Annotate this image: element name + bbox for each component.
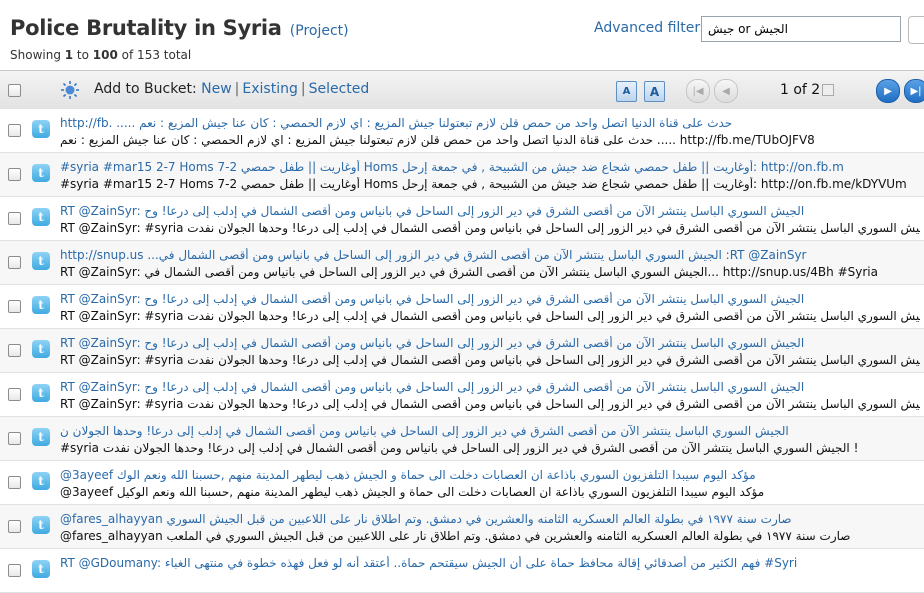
result-count: Showing 1 to 100 of 153 total: [10, 48, 191, 62]
advanced-filters-link[interactable]: Advanced filters: [594, 20, 707, 36]
tweet-text: @fares_alhayyan صارت سنة ١٩٧٧ في بطولة ا…: [60, 529, 851, 543]
prev-page-icon[interactable]: ◀: [714, 79, 738, 103]
range-to: to: [73, 48, 93, 62]
font-increase-button[interactable]: A: [644, 81, 665, 102]
twitter-icon: t: [32, 472, 50, 490]
search-side-panel[interactable]: [908, 16, 924, 44]
twitter-icon: t: [32, 252, 50, 270]
page-header: Police Brutality in Syria (Project) Show…: [0, 0, 924, 70]
twitter-icon: t: [32, 208, 50, 226]
tweet-row[interactable]: t RT @ZainSyr: الجيش السوري الباسل ينتشر …: [0, 329, 924, 373]
font-small-label: A: [622, 86, 631, 97]
tweet-text: #syria الجيش السوري الباسل ينتشر الآن من…: [60, 441, 859, 455]
tweet-row[interactable]: t @fares_alhayyan صارت سنة ١٩٧٧ في بطولة …: [0, 505, 924, 549]
tweet-list: t http://fb. ..... حدث على قناة الدنيا ات…: [0, 109, 924, 593]
font-large-label: A: [649, 84, 660, 99]
twitter-icon: t: [32, 428, 50, 446]
sun-icon[interactable]: [60, 80, 80, 100]
tweet-row[interactable]: t RT @GDoumany: فهم الكثير من أصدقائي إقا…: [0, 549, 924, 593]
row-checkbox[interactable]: [8, 344, 21, 357]
bucket-controls: Add to Bucket: New | Existing | Selected: [94, 81, 369, 97]
tweet-row[interactable]: t RT @ZainSyr: الجيش السوري الباسل ينتشر …: [0, 373, 924, 417]
tweet-title[interactable]: http://fb. ..... حدث على قناة الدنيا اتص…: [60, 116, 920, 130]
tweet-title[interactable]: @3ayeef مؤكد اليوم سيبدا التلفزيون السور…: [60, 468, 920, 482]
font-decrease-button[interactable]: A: [616, 81, 637, 102]
search-input[interactable]: [701, 16, 901, 42]
page-indicator: 1 of 2: [780, 82, 821, 98]
tweet-title[interactable]: RT @ZainSyr: الجيش السوري الباسل ينتشر ا…: [60, 336, 920, 350]
twitter-icon: t: [32, 120, 50, 138]
bucket-selected-link[interactable]: Selected: [309, 81, 370, 97]
twitter-icon: t: [32, 340, 50, 358]
twitter-icon: t: [32, 164, 50, 182]
page-select-icon[interactable]: [822, 84, 834, 96]
tweet-title[interactable]: @fares_alhayyan صارت سنة ١٩٧٧ في بطولة ا…: [60, 512, 920, 526]
title-wrap: Police Brutality in Syria (Project): [10, 16, 349, 40]
row-checkbox[interactable]: [8, 564, 21, 577]
tweet-title[interactable]: #syria #mar15 2-7 Homs 7-2 أوغاريت || طف…: [60, 160, 920, 174]
row-checkbox[interactable]: [8, 124, 21, 137]
separator: |: [300, 81, 306, 97]
tweet-row[interactable]: t الجيش السوري الباسل ينتشر الآن من أقصى …: [0, 417, 924, 461]
last-page-icon[interactable]: ▶|: [904, 79, 924, 103]
add-to-bucket-label: Add to Bucket:: [94, 81, 197, 97]
tweet-row[interactable]: t @3ayeef مؤكد اليوم سيبدا التلفزيون السو…: [0, 461, 924, 505]
tweet-title[interactable]: RT @GDoumany: فهم الكثير من أصدقائي إقال…: [60, 556, 920, 570]
tweet-row[interactable]: t RT @ZainSyr: الجيش السوري الباسل ينتشر …: [0, 285, 924, 329]
tweet-text: حدث على قناة الدنيا اتصل واحد من حمص قلن…: [60, 133, 815, 147]
showing-prefix: Showing: [10, 48, 65, 62]
row-checkbox[interactable]: [8, 212, 21, 225]
tweet-title[interactable]: http://snup.us ...الجيش السوري الباسل ين…: [60, 248, 920, 262]
range-start: 1: [64, 48, 74, 62]
tweet-text: RT @ZainSyr: #syria الجيش السوري الباسل …: [60, 309, 920, 323]
tweet-title[interactable]: RT @ZainSyr: الجيش السوري الباسل ينتشر ا…: [60, 380, 920, 394]
tweet-title[interactable]: RT @ZainSyr: الجيش السوري الباسل ينتشر ا…: [60, 292, 920, 306]
row-checkbox[interactable]: [8, 476, 21, 489]
page-title: Police Brutality in Syria: [10, 16, 282, 40]
tweet-text: RT @ZainSyr: #syria الجيش السوري الباسل …: [60, 353, 920, 367]
row-checkbox[interactable]: [8, 520, 21, 533]
row-checkbox[interactable]: [8, 256, 21, 269]
tweet-text: RT @ZainSyr: #syria الجيش السوري الباسل …: [60, 221, 920, 235]
twitter-icon: t: [32, 516, 50, 534]
tweet-text: RT @ZainSyr: #syria الجيش السوري الباسل …: [60, 397, 920, 411]
toolbar: Add to Bucket: New | Existing | Selected A A…: [0, 70, 924, 110]
separator: |: [234, 81, 240, 97]
first-page-icon[interactable]: |◀: [686, 79, 710, 103]
tweet-row[interactable]: t http://fb. ..... حدث على قناة الدنيا ات…: [0, 109, 924, 153]
range-end: 100: [92, 48, 118, 62]
twitter-icon: t: [32, 384, 50, 402]
row-checkbox[interactable]: [8, 388, 21, 401]
tweet-title[interactable]: الجيش السوري الباسل ينتشر الآن من أقصى ا…: [60, 424, 920, 438]
bucket-existing-link[interactable]: Existing: [242, 81, 297, 97]
row-checkbox[interactable]: [8, 432, 21, 445]
tweet-text: RT @ZainSyr: الجيش السوري الباسل ينتشر ا…: [60, 265, 878, 279]
tweet-row[interactable]: t http://snup.us ...الجيش السوري الباسل ي…: [0, 241, 924, 285]
tweet-text: @3ayeef مؤكد اليوم سيبدا التلفزيون السور…: [60, 485, 765, 499]
select-all-checkbox[interactable]: [8, 84, 21, 97]
project-link[interactable]: (Project): [290, 23, 349, 39]
bucket-new-link[interactable]: New: [201, 81, 232, 97]
tweet-title[interactable]: RT @ZainSyr: الجيش السوري الباسل ينتشر ا…: [60, 204, 920, 218]
range-of: of 153 total: [117, 48, 192, 62]
tweet-row[interactable]: t RT @ZainSyr: الجيش السوري الباسل ينتشر …: [0, 197, 924, 241]
row-checkbox[interactable]: [8, 300, 21, 313]
twitter-icon: t: [32, 296, 50, 314]
tweet-text: #syria #mar15 2-7 Homs 7-2 أوغاريت || طف…: [60, 177, 907, 191]
tweet-row[interactable]: t #syria #mar15 2-7 Homs 7-2 أوغاريت || ط…: [0, 153, 924, 197]
row-checkbox[interactable]: [8, 168, 21, 181]
next-page-icon[interactable]: ▶: [876, 79, 900, 103]
